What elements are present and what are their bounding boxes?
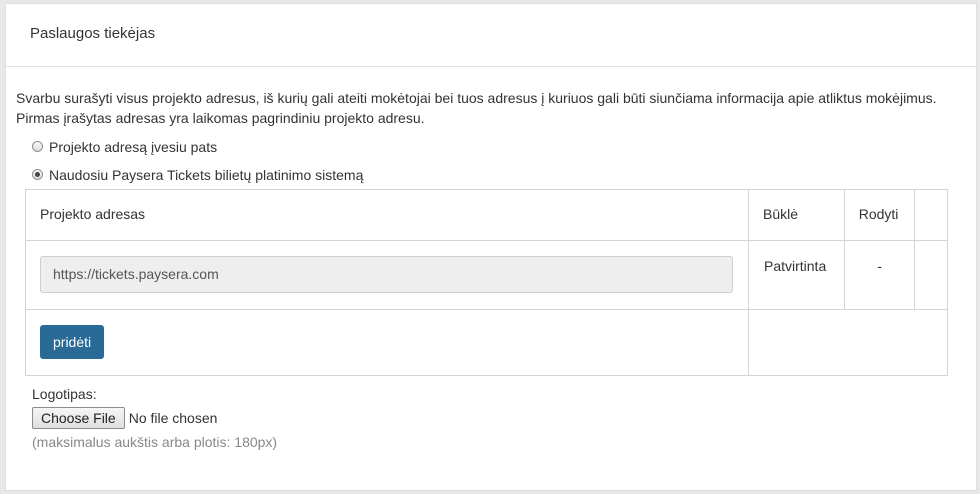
table-row: https://tickets.paysera.com Patvirtinta … <box>25 240 948 310</box>
logo-size-hint: (maksimalus aukštis arba plotis: 180px) <box>32 434 278 450</box>
radio-label-manual: Projekto adresą įvesiu pats <box>49 139 218 155</box>
state-cell: Patvirtinta <box>747 240 845 310</box>
radio-button-manual[interactable] <box>32 140 43 152</box>
show-cell: - <box>843 240 916 310</box>
intro-text: Svarbu surašyti visus projekto adresus, … <box>16 88 966 128</box>
column-header-state: Būklė <box>747 189 845 241</box>
radio-label-paysera-tickets: Naudosiu Paysera Tickets bilietų platini… <box>49 167 364 183</box>
logo-file-input: Choose File No file chosen <box>32 407 217 429</box>
choose-file-button[interactable]: Choose File <box>32 407 125 429</box>
table-header-row: Projekto adresas Būklė Rodyti <box>25 189 948 241</box>
column-header-show: Rodyti <box>843 189 916 241</box>
project-address-input[interactable]: https://tickets.paysera.com <box>40 256 733 293</box>
address-cell: https://tickets.paysera.com <box>25 240 749 310</box>
panel-title: Paslaugos tiekėjas <box>6 4 976 67</box>
add-row-empty-cell <box>747 309 949 376</box>
add-address-button[interactable]: pridėti <box>40 325 105 359</box>
intro-line-2: Pirmas įrašytas adresas yra laikomas pag… <box>16 110 425 126</box>
radio-option-paysera-tickets[interactable]: Naudosiu Paysera Tickets bilietų platini… <box>32 167 363 183</box>
intro-line-1: Svarbu surašyti visus projekto adresus, … <box>16 90 937 106</box>
radio-option-manual[interactable]: Projekto adresą įvesiu pats <box>32 139 217 155</box>
column-header-address: Projekto adresas <box>25 189 749 241</box>
radio-button-paysera-tickets[interactable] <box>32 168 43 180</box>
actions-cell <box>914 240 948 310</box>
column-header-actions <box>914 189 948 241</box>
no-file-chosen-text: No file chosen <box>128 410 218 426</box>
add-row: pridėti <box>25 309 949 376</box>
logo-label: Logotipas: <box>32 386 97 402</box>
project-address-table: Projekto adresas Būklė Rodyti https://ti… <box>25 189 949 376</box>
add-button-cell: pridėti <box>25 309 749 376</box>
